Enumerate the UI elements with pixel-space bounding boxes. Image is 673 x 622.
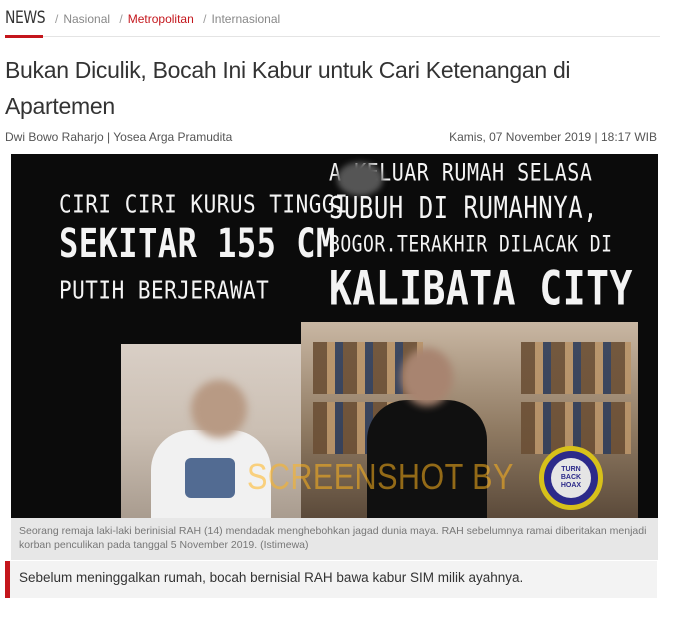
turnbackhoax-logo-icon: TURN BACK HOAX — [539, 446, 603, 510]
news-section-link[interactable]: NEWS — [5, 8, 46, 28]
article-datetime: Kamis, 07 November 2019 | 18:17 WIB — [449, 130, 657, 144]
blurred-face — [191, 380, 247, 438]
article-lead: Sebelum meninggalkan rumah, bocah bernis… — [5, 561, 657, 598]
breadcrumb: / Nasional / Metropolitan / Internasional — [55, 12, 286, 26]
photo-overlay-text: SUBUH DI RUMAHNYA, — [329, 190, 599, 226]
photo-overlay-text: CIRI CIRI KURUS TINGGI — [59, 189, 349, 219]
screenshot-watermark: SCREENSHOT BY — [247, 456, 514, 497]
section-nav: NEWS / Nasional / Metropolitan / Internasio… — [5, 0, 660, 38]
article-title: Bukan Diculik, Bocah Ini Kabur untuk Car… — [5, 57, 571, 119]
photo-overlay-text: PUTIH BERJERAWAT — [59, 275, 270, 305]
article-photo[interactable]: CIRI CIRI KURUS TINGGI SEKITAR 155 CM PU… — [11, 154, 658, 518]
breadcrumb-separator: / — [55, 12, 59, 26]
breadcrumb-internasional[interactable]: Internasional — [211, 12, 280, 26]
photo-overlay-text: KALIBATA CITY — [329, 260, 633, 316]
photo-caption: Seorang remaja laki-laki berinisial RAH … — [11, 518, 658, 560]
breadcrumb-separator: / — [203, 12, 207, 26]
blurred-face — [401, 348, 453, 406]
photo-overlay-text: SEKITAR 155 CM — [59, 219, 336, 267]
active-section-underline — [5, 35, 43, 38]
article-authors[interactable]: Dwi Bowo Raharjo | Yosea Arga Pramudita — [5, 130, 232, 144]
breadcrumb-metropolitan[interactable]: Metropolitan — [128, 12, 194, 26]
breadcrumb-nasional[interactable]: Nasional — [63, 12, 110, 26]
photo-overlay-text: BOGOR.TERAKHIR DILACAK DI — [329, 231, 613, 258]
breadcrumb-separator: / — [119, 12, 123, 26]
